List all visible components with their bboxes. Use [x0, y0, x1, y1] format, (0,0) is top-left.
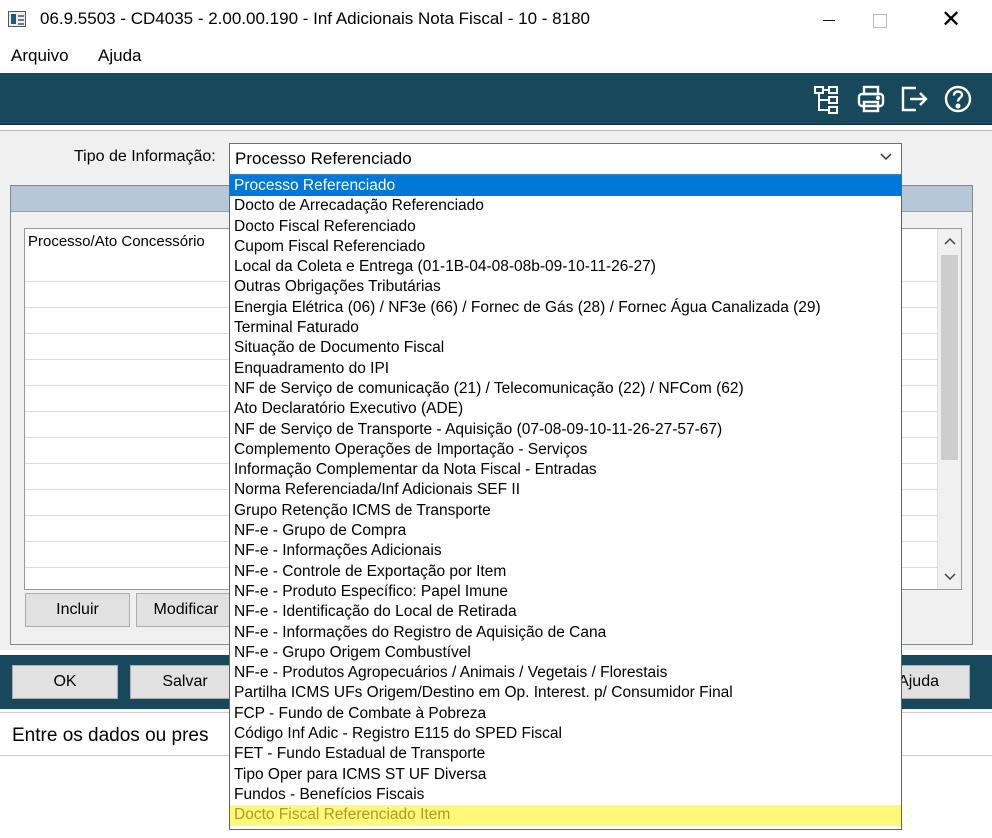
dropdown-option[interactable]: Ato Declaratório Executivo (ADE) [230, 399, 901, 419]
dropdown-option[interactable]: NF-e - Produto Específico: Papel Imune [230, 582, 901, 602]
grid-vertical-scrollbar[interactable] [937, 229, 961, 589]
close-button[interactable]: ✕ [928, 0, 974, 40]
dropdown-option[interactable]: Tipo Oper para ICMS ST UF Diversa [230, 765, 901, 785]
dropdown-option[interactable]: Cupom Fiscal Referenciado [230, 237, 901, 257]
dropdown-option[interactable]: NF-e - Grupo de Compra [230, 521, 901, 541]
salvar-button[interactable]: Salvar [130, 665, 240, 699]
scrollbar-thumb[interactable] [941, 255, 958, 460]
dropdown-option[interactable]: NF-e - Controle de Exportação por Item [230, 562, 901, 582]
incluir-button[interactable]: Incluir [25, 593, 130, 627]
dropdown-option[interactable]: Energia Elétrica (06) / NF3e (66) / Forn… [230, 298, 901, 318]
menu-bar: Arquivo Ajuda [0, 40, 992, 72]
dropdown-option[interactable]: Docto Fiscal Referenciado Item [230, 805, 901, 826]
dropdown-option[interactable]: Situação de Documento Fiscal [230, 338, 901, 358]
dropdown-option[interactable]: NF-e - Informações Adicionais [230, 541, 901, 561]
tipo-informacao-dropdown-list[interactable]: Processo Referenciado Docto de Arrecadaçã… [229, 175, 902, 830]
dropdown-option[interactable]: Norma Referenciada/Inf Adicionais SEF II [230, 480, 901, 500]
dropdown-option[interactable]: Outras Obrigações Tributárias [230, 277, 901, 297]
ok-button[interactable]: OK [12, 665, 118, 699]
tree-structure-icon[interactable] [810, 83, 842, 115]
scroll-down-icon[interactable] [943, 569, 957, 583]
dropdown-option[interactable]: Informação Complementar da Nota Fiscal -… [230, 460, 901, 480]
dropdown-option[interactable]: FET - Fundo Estadual de Transporte [230, 744, 901, 764]
dropdown-option[interactable]: Partilha ICMS UFs Origem/Destino em Op. … [230, 683, 901, 703]
chevron-down-icon [879, 149, 893, 163]
window-titlebar: 06.9.5503 - CD4035 - 2.00.00.190 - Inf A… [0, 0, 992, 40]
help-icon[interactable] [942, 83, 974, 115]
dropdown-option[interactable]: Docto Fiscal Referenciado [230, 217, 901, 237]
app-icon [8, 11, 26, 27]
print-icon[interactable] [855, 83, 887, 115]
dropdown-option[interactable]: NF-e - Grupo Origem Combustível [230, 643, 901, 663]
dropdown-option[interactable]: NF de Serviço de Transporte - Aquisição … [230, 420, 901, 440]
dropdown-option[interactable]: Fundos - Benefícios Fiscais [230, 785, 901, 805]
dropdown-option[interactable]: Código Inf Adic - Registro E115 do SPED … [230, 724, 901, 744]
scroll-up-icon[interactable] [943, 235, 957, 249]
tipo-informacao-select[interactable]: Processo Referenciado [229, 143, 902, 175]
dropdown-option[interactable]: NF de Serviço de comunicação (21) / Tele… [230, 379, 901, 399]
window-title: 06.9.5503 - CD4035 - 2.00.00.190 - Inf A… [40, 9, 590, 28]
toolbar [0, 73, 992, 125]
grid-column-header: Processo/Ato Concessório [28, 233, 205, 250]
dropdown-option[interactable]: Grupo Retenção ICMS de Transporte [230, 501, 901, 521]
dropdown-option[interactable]: Processo Referenciado [230, 176, 901, 197]
modificar-button[interactable]: Modificar [136, 593, 236, 627]
maximize-button[interactable] [856, 0, 902, 40]
dropdown-option[interactable]: Docto de Arrecadação Referenciado [230, 196, 901, 216]
dropdown-option[interactable]: NF-e - Identificação do Local de Retirad… [230, 602, 901, 622]
menu-arquivo[interactable]: Arquivo [11, 46, 69, 66]
dropdown-option[interactable]: NF-e - Produtos Agropecuários / Animais … [230, 663, 901, 683]
dropdown-option[interactable]: NF-e - Informações do Registro de Aquisi… [230, 623, 901, 643]
dropdown-option[interactable]: FCP - Fundo de Combate à Pobreza [230, 704, 901, 724]
status-text: Entre os dados ou pres [12, 725, 209, 746]
exit-icon[interactable] [898, 83, 930, 115]
tipo-informacao-label: Tipo de Informação: [74, 148, 216, 165]
tipo-informacao-value: Processo Referenciado [235, 149, 412, 168]
minimize-button[interactable] [806, 0, 852, 40]
dropdown-option[interactable]: Local da Coleta e Entrega (01-1B-04-08-0… [230, 257, 901, 277]
dropdown-option[interactable]: Complemento Operações de Importação - Se… [230, 440, 901, 460]
menu-ajuda[interactable]: Ajuda [98, 46, 141, 66]
dropdown-option[interactable]: Terminal Faturado [230, 318, 901, 338]
dropdown-option[interactable]: Enquadramento do IPI [230, 359, 901, 379]
